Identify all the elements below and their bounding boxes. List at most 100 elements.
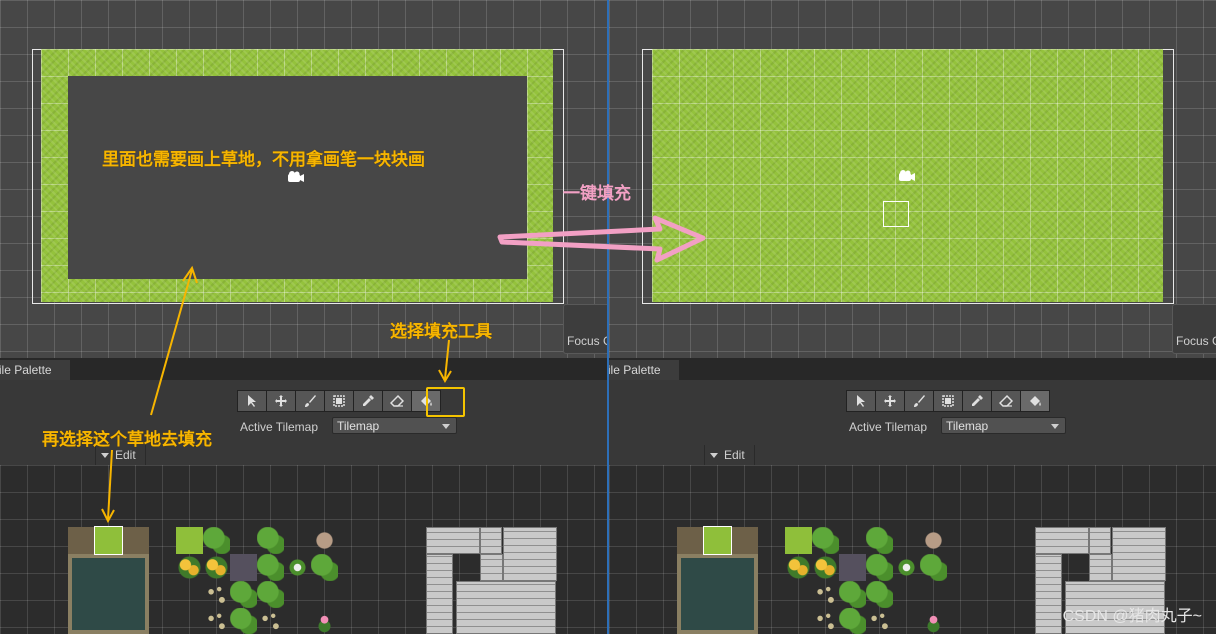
palette-tile[interactable] [230, 581, 257, 608]
scene-view[interactable]: Focus G [609, 0, 1216, 358]
fill-tool[interactable] [1020, 390, 1050, 412]
box-fill-tool[interactable] [933, 390, 963, 412]
eyedropper-icon [363, 395, 374, 406]
tile-palette-grid[interactable] [0, 465, 607, 634]
picker-tool[interactable] [353, 390, 383, 412]
palette-tile-stone[interactable] [480, 554, 503, 581]
select-tool[interactable] [846, 390, 876, 412]
palette-tile[interactable] [812, 608, 839, 634]
tilemap-dropdown[interactable]: Tilemap [941, 417, 1066, 434]
chevron-down-icon [101, 453, 109, 459]
paint-brush-tool[interactable] [904, 390, 934, 412]
palette-tile-stone[interactable] [503, 527, 557, 581]
palette-tile-stone[interactable] [1035, 527, 1089, 554]
palette-tile[interactable] [176, 554, 203, 581]
palette-tile[interactable] [203, 608, 230, 634]
palette-tile[interactable] [839, 581, 866, 608]
move-icon [884, 395, 896, 407]
palette-tile[interactable] [920, 608, 947, 634]
palette-tile[interactable] [257, 581, 284, 608]
edit-label: Edit [724, 448, 745, 462]
box-fill-icon [942, 395, 954, 407]
palette-tile[interactable] [839, 608, 866, 634]
fill-tool-highlight [426, 387, 465, 417]
palette-tile[interactable] [311, 527, 338, 554]
palette-tile[interactable] [203, 554, 230, 581]
tile-palette-toolbar-area: Active Tilemap Tilemap Edit [609, 380, 1216, 465]
palette-tile[interactable] [812, 554, 839, 581]
palette-tile-stone[interactable] [426, 554, 453, 634]
separator [754, 445, 755, 465]
palette-tile[interactable] [866, 527, 893, 554]
palette-tile[interactable] [257, 608, 284, 634]
palette-tile[interactable] [230, 554, 257, 581]
palette-tile[interactable] [203, 581, 230, 608]
left-editor-panel: Focus G Tile Palette Active Tilemap Tile… [0, 0, 607, 634]
palette-tile[interactable] [257, 554, 284, 581]
tilemap-dropdown[interactable]: Tilemap [332, 417, 457, 434]
palette-tile-grass[interactable] [176, 527, 203, 554]
edit-label: Edit [115, 448, 136, 462]
palette-tile-stone[interactable] [480, 527, 502, 554]
palette-tile[interactable] [812, 527, 839, 554]
separator [704, 445, 705, 465]
tab-tile-palette[interactable]: Tile Palette [0, 360, 70, 380]
palette-tile[interactable] [284, 554, 311, 581]
palette-tile[interactable] [731, 527, 758, 554]
palette-tile[interactable] [68, 527, 95, 554]
annotation-one-click-fill: 一键填充 [563, 184, 631, 203]
palette-tile[interactable] [812, 581, 839, 608]
palette-tile[interactable] [203, 527, 230, 554]
palette-tile[interactable] [920, 527, 947, 554]
palette-tile[interactable] [122, 527, 149, 554]
palette-tile-water[interactable] [677, 554, 758, 634]
palette-tile[interactable] [311, 608, 338, 634]
scene-view[interactable]: Focus G [0, 0, 607, 358]
tile-palette-toolbar-area: Active Tilemap Tilemap Edit [0, 380, 607, 465]
palette-tile[interactable] [230, 608, 257, 634]
focus-overlay[interactable]: Focus G [563, 304, 607, 354]
annotation-inner-note: 里面也需要画上草地，不用拿画笔一块块画 [102, 150, 425, 169]
annotation-fill-tool: 选择填充工具 [390, 322, 492, 341]
tool-strip [237, 390, 441, 412]
active-tilemap-label: Active Tilemap [240, 420, 319, 434]
palette-tile[interactable] [311, 554, 338, 581]
palette-tile-grass[interactable] [785, 527, 812, 554]
paint-bucket-icon [1030, 396, 1041, 406]
palette-tile-stone[interactable] [1089, 527, 1111, 554]
palette-tile[interactable] [893, 554, 920, 581]
palette-tile-stone[interactable] [1089, 554, 1112, 581]
annotation-select-grass: 再选择这个草地去填充 [42, 430, 212, 449]
palette-tile[interactable] [839, 554, 866, 581]
arrow-icon [248, 395, 256, 407]
picker-tool[interactable] [962, 390, 992, 412]
box-fill-tool[interactable] [324, 390, 354, 412]
selected-tile-outline [703, 526, 732, 555]
focus-label: Focus G [1176, 334, 1216, 348]
palette-tile[interactable] [920, 554, 947, 581]
palette-tile[interactable] [866, 581, 893, 608]
brush-icon [305, 395, 316, 407]
active-tilemap-label: Active Tilemap [849, 420, 928, 434]
move-tool[interactable] [875, 390, 905, 412]
eraser-tool[interactable] [991, 390, 1021, 412]
tab-tile-palette[interactable]: Tile Palette [609, 360, 679, 380]
palette-tile-stone[interactable] [426, 527, 480, 554]
palette-tile[interactable] [866, 554, 893, 581]
palette-tile-stone[interactable] [456, 581, 556, 634]
focus-overlay[interactable]: Focus G [1172, 304, 1216, 354]
chevron-down-icon [710, 453, 718, 459]
palette-tile-stone[interactable] [1112, 527, 1166, 581]
tool-strip [846, 390, 1050, 412]
palette-tile-water[interactable] [68, 554, 149, 634]
palette-tile[interactable] [257, 527, 284, 554]
edit-toggle[interactable]: Edit [710, 445, 745, 465]
move-tool[interactable] [266, 390, 296, 412]
palette-tile[interactable] [785, 554, 812, 581]
palette-tile[interactable] [866, 608, 893, 634]
eraser-tool[interactable] [382, 390, 412, 412]
paint-brush-tool[interactable] [295, 390, 325, 412]
select-tool[interactable] [237, 390, 267, 412]
palette-tile[interactable] [677, 527, 704, 554]
palette-tile-stone[interactable] [1035, 554, 1062, 634]
